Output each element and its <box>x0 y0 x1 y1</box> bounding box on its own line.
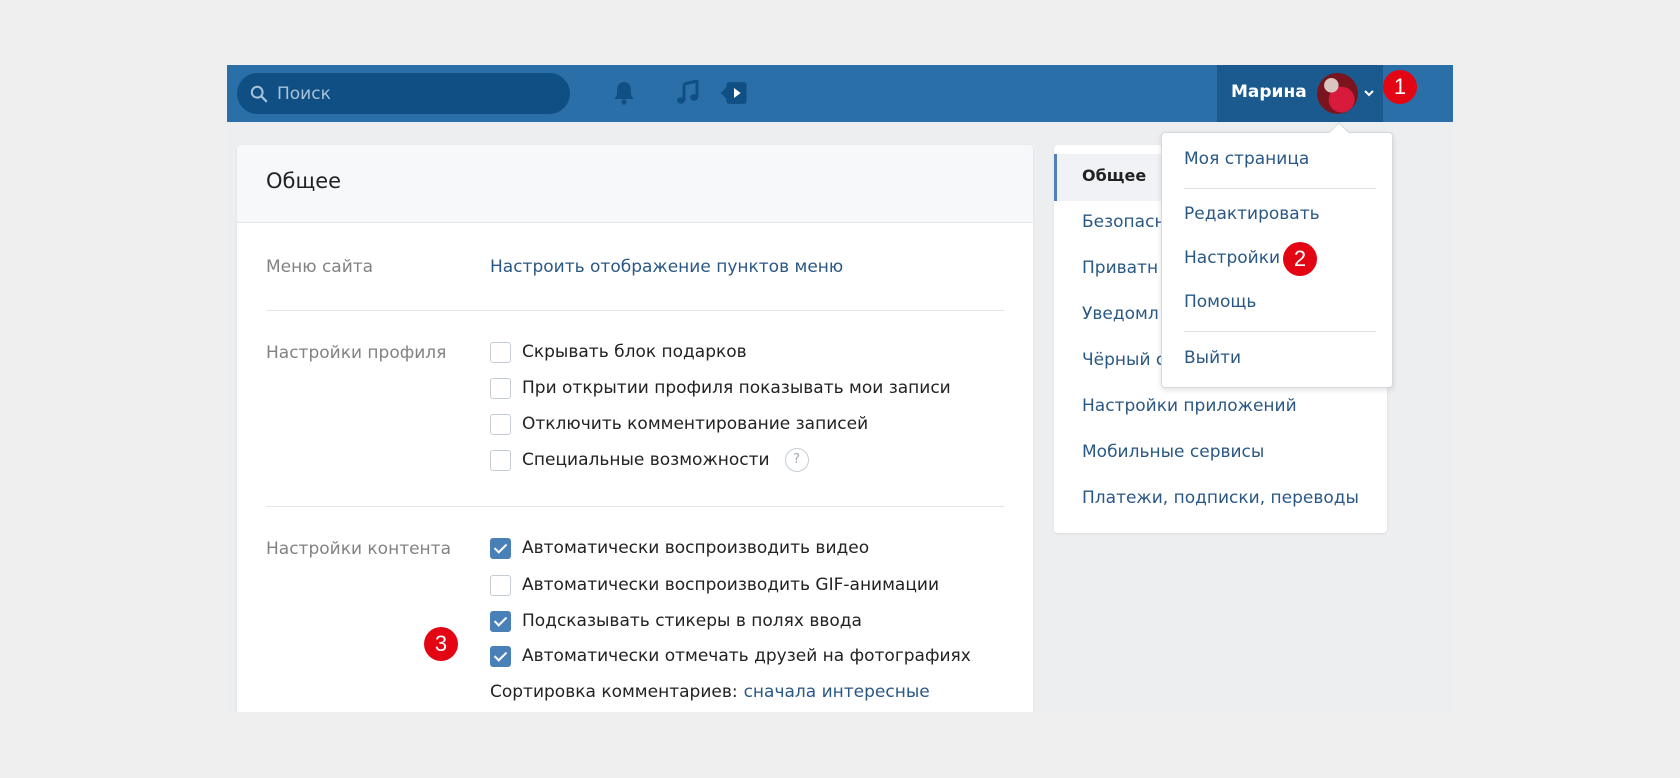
option-label: При открытии профиля показывать мои запи… <box>522 378 951 398</box>
option-label: Отключить комментирование записей <box>522 414 869 434</box>
menu-item-logout[interactable]: Выйти <box>1184 348 1241 368</box>
menu-divider <box>1184 188 1376 189</box>
menu-item-my-page[interactable]: Моя страница <box>1184 149 1309 169</box>
option-autoplay-video[interactable]: Автоматически воспроизводить видео <box>490 536 869 560</box>
search-input[interactable]: Поиск <box>237 73 570 114</box>
card-header: Общее <box>237 145 1033 223</box>
checkbox-checked[interactable] <box>490 537 511 559</box>
menu-item-edit[interactable]: Редактировать <box>1184 204 1320 224</box>
comment-sort-row: Сортировка комментариев: сначала интерес… <box>490 680 930 704</box>
video-icon[interactable] <box>719 78 749 108</box>
top-bar: Поиск Марина 1 <box>227 65 1453 122</box>
side-item-blacklist[interactable]: Чёрный с <box>1082 350 1165 370</box>
menu-item-help[interactable]: Помощь <box>1184 292 1256 312</box>
option-label: Автоматически отмечать друзей на фотогра… <box>522 646 971 666</box>
checkbox[interactable] <box>490 413 511 435</box>
divider <box>266 310 1004 311</box>
option-show-my-posts[interactable]: При открытии профиля показывать мои запи… <box>490 376 951 400</box>
option-hide-gifts[interactable]: Скрывать блок подарков <box>490 340 747 364</box>
settings-card: Общее Меню сайта Настроить отображение п… <box>237 145 1033 712</box>
annotation-marker-1: 1 <box>1383 70 1417 104</box>
search-placeholder: Поиск <box>277 84 331 104</box>
checkbox-checked[interactable] <box>490 645 511 667</box>
search-icon <box>250 85 268 103</box>
side-item-security[interactable]: Безопасн <box>1082 212 1166 232</box>
checkbox[interactable] <box>490 449 511 471</box>
option-label: Специальные возможности <box>522 450 770 470</box>
side-item-payments[interactable]: Платежи, подписки, переводы <box>1082 488 1359 508</box>
divider <box>266 506 1004 507</box>
option-tag-friends[interactable]: Автоматически отмечать друзей на фотогра… <box>490 644 971 668</box>
annotation-marker-2: 2 <box>1283 242 1317 276</box>
avatar <box>1317 73 1358 114</box>
option-label: Автоматически воспроизводить GIF-анимаци… <box>522 575 940 595</box>
option-autoplay-gif[interactable]: Автоматически воспроизводить GIF-анимаци… <box>490 573 939 597</box>
side-item-privacy[interactable]: Приватн <box>1082 258 1158 278</box>
help-icon[interactable]: ? <box>784 448 809 472</box>
music-icon[interactable] <box>673 78 703 108</box>
option-accessibility[interactable]: Специальные возможности ? <box>490 448 809 472</box>
comment-sort-link[interactable]: сначала интересные <box>744 682 930 702</box>
side-item-app-settings[interactable]: Настройки приложений <box>1082 396 1297 416</box>
bell-icon[interactable] <box>609 78 639 108</box>
page-title: Общее <box>266 169 342 193</box>
checkbox[interactable] <box>490 377 511 399</box>
user-name: Марина <box>1231 82 1307 102</box>
option-label: Скрывать блок подарков <box>522 342 747 362</box>
user-dropdown-menu: Моя страница Редактировать Настройки Пом… <box>1161 122 1393 388</box>
active-item-indicator <box>1054 154 1057 201</box>
side-item-general[interactable]: Общее <box>1082 166 1146 185</box>
side-item-notifications[interactable]: Уведомл <box>1082 304 1159 324</box>
content-settings-label: Настройки контента <box>266 539 451 559</box>
profile-settings-label: Настройки профиля <box>266 343 447 363</box>
menu-item-settings[interactable]: Настройки <box>1184 248 1280 268</box>
dropdown-arrow <box>1329 122 1349 142</box>
option-label: Автоматически воспроизводить видео <box>522 538 870 558</box>
option-suggest-stickers[interactable]: Подсказывать стикеры в полях ввода <box>490 609 862 633</box>
annotation-marker-3: 3 <box>424 627 458 661</box>
app-window: Поиск Марина 1 Общее Меню сайта Настроит… <box>227 65 1453 712</box>
customize-menu-link[interactable]: Настроить отображение пунктов меню <box>490 257 843 277</box>
menu-divider <box>1184 331 1376 332</box>
checkbox[interactable] <box>490 341 511 363</box>
user-menu-button[interactable]: Марина <box>1217 65 1383 122</box>
chevron-down-icon <box>1364 90 1374 97</box>
comment-sort-label: Сортировка комментариев: <box>490 682 738 702</box>
checkbox-checked[interactable] <box>490 610 511 632</box>
checkbox[interactable] <box>490 574 511 596</box>
site-menu-label: Меню сайта <box>266 257 374 277</box>
side-item-mobile-services[interactable]: Мобильные сервисы <box>1082 442 1264 462</box>
option-label: Подсказывать стикеры в полях ввода <box>522 611 862 631</box>
option-disable-comments[interactable]: Отключить комментирование записей <box>490 412 868 436</box>
